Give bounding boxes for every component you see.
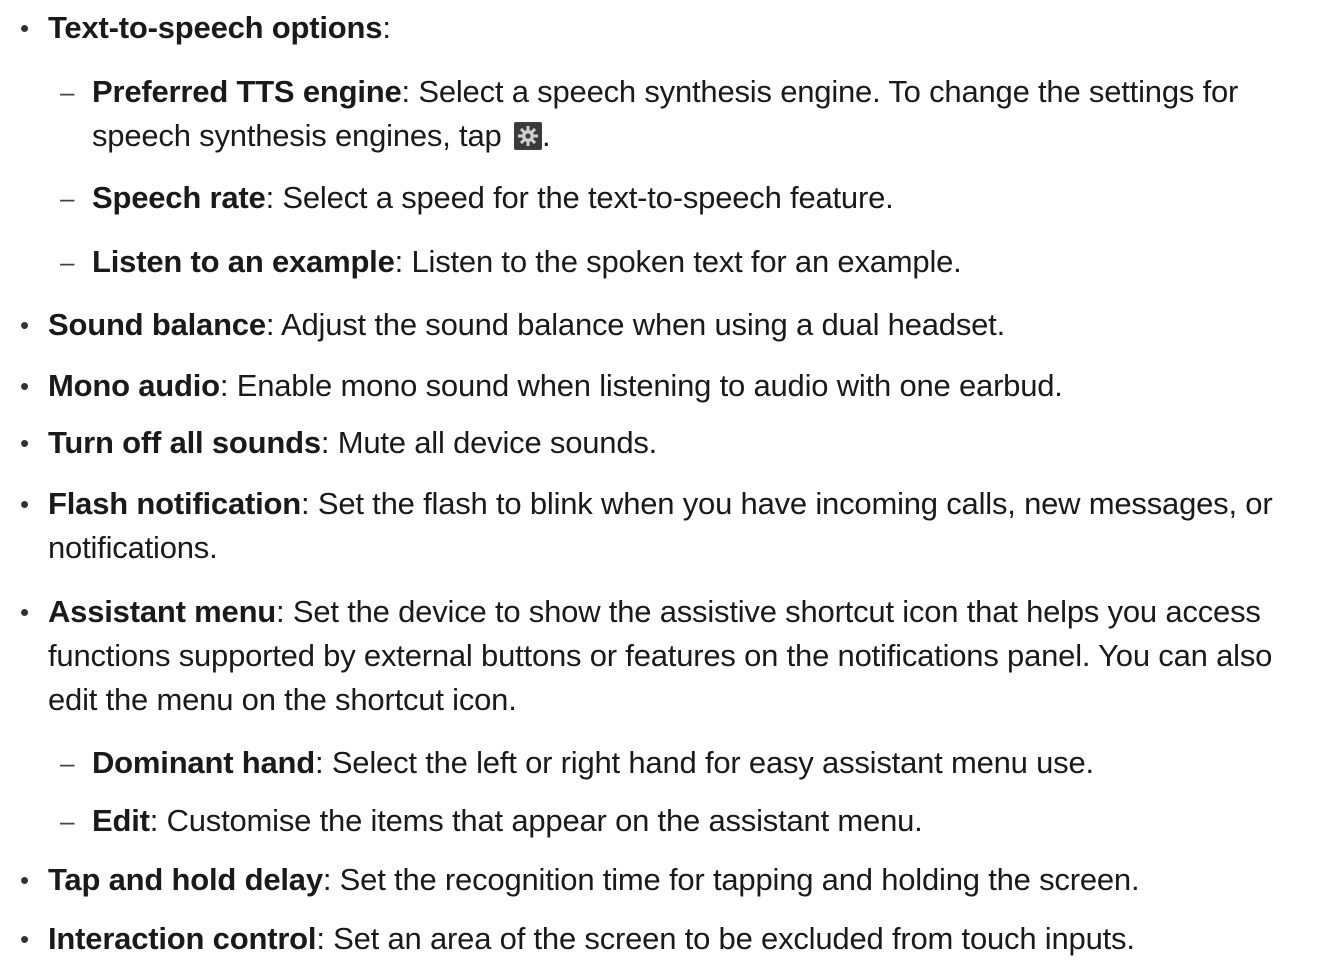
item-description: :: [382, 10, 391, 45]
item-term: Text-to-speech options: [48, 10, 383, 45]
item-description: : Set the recognition time for tapping a…: [322, 862, 1140, 897]
bullet-marker: •: [20, 924, 29, 954]
dash-marker: –: [60, 806, 75, 836]
dash-marker: –: [60, 183, 75, 213]
item-term: Interaction control: [48, 921, 317, 956]
dash-marker: –: [60, 77, 75, 107]
item-description: : Listen to the spoken text for an examp…: [394, 244, 962, 279]
item-description: : Set an area of the screen to be exclud…: [316, 921, 1135, 956]
item-term: Edit: [92, 803, 150, 838]
bullet-marker: •: [20, 371, 29, 401]
bullet-marker: •: [20, 865, 29, 895]
item-description: : Select a speed for the text-to-speech …: [265, 180, 894, 215]
item-description: : Customise the items that appear on the…: [149, 803, 923, 838]
item-term: Sound balance: [48, 307, 266, 342]
item-term: Mono audio: [48, 368, 220, 403]
item-term: Turn off all sounds: [48, 425, 321, 460]
bullet-marker: •: [20, 597, 29, 627]
bullet-marker: •: [20, 428, 29, 458]
item-term: Assistant menu: [48, 594, 277, 629]
item-term: Tap and hold delay: [48, 862, 323, 897]
gear-icon: [513, 122, 542, 150]
item-term: Speech rate: [92, 180, 266, 215]
item-term: Listen to an example: [92, 244, 395, 279]
bullet-marker: •: [20, 489, 29, 519]
item-description: : Mute all device sounds.: [320, 425, 658, 460]
item-description: : Enable mono sound when listening to au…: [219, 368, 1063, 403]
dash-marker: –: [60, 748, 75, 778]
item-suffix: .: [541, 118, 551, 153]
item-term: Dominant hand: [92, 745, 315, 780]
item-description: : Adjust the sound balance when using a …: [265, 307, 1006, 342]
item-description: : Select the left or right hand for easy…: [315, 745, 1094, 780]
bullet-marker: •: [20, 13, 29, 43]
dash-marker: –: [60, 247, 75, 277]
bullet-marker: •: [20, 310, 29, 340]
item-term: Preferred TTS engine: [92, 74, 402, 109]
item-term: Flash notification: [48, 486, 302, 521]
